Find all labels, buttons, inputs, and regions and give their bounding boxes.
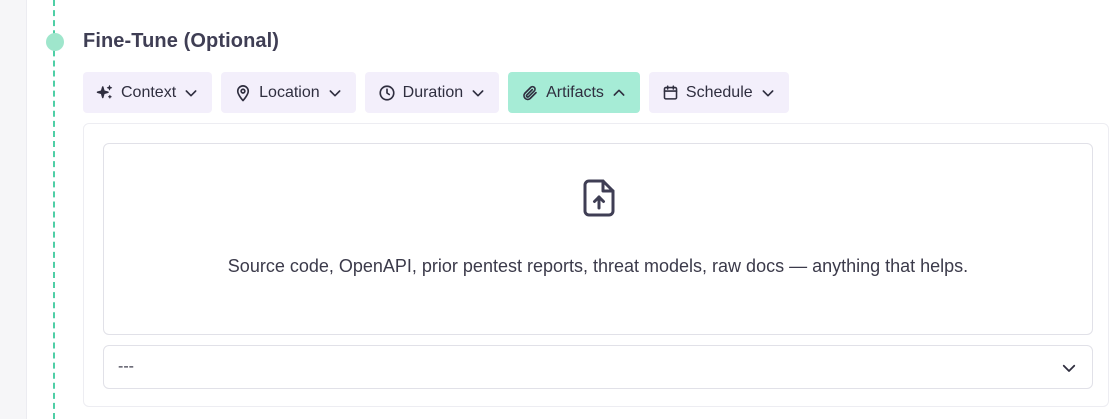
schedule-chip[interactable]: Schedule — [648, 72, 789, 113]
chevron-down-icon — [1060, 359, 1078, 382]
chevron-down-icon — [183, 85, 199, 101]
clock-icon — [378, 84, 396, 102]
sparkles-icon — [96, 84, 114, 102]
artifact-type-select[interactable]: --- — [103, 345, 1093, 389]
artifacts-chip[interactable]: Artifacts — [508, 72, 640, 113]
duration-chip[interactable]: Duration — [364, 72, 500, 113]
artifacts-chip-label: Artifacts — [546, 83, 604, 101]
schedule-chip-label: Schedule — [685, 83, 753, 101]
chevron-up-icon — [611, 85, 627, 101]
location-chip[interactable]: Location — [221, 72, 356, 113]
page: Fine-Tune (Optional) Context Location Du… — [0, 0, 1120, 419]
chevron-down-icon — [760, 85, 776, 101]
timeline-step-dot — [46, 33, 64, 51]
paperclip-icon — [521, 84, 539, 102]
select-value: --- — [118, 358, 134, 375]
chevron-down-icon — [470, 85, 486, 101]
chevron-down-icon — [327, 85, 343, 101]
dropzone-hint: Source code, OpenAPI, prior pentest repo… — [227, 256, 969, 276]
context-chip[interactable]: Context — [83, 72, 213, 113]
file-upload-icon — [582, 178, 616, 223]
calendar-icon — [662, 84, 679, 101]
map-pin-icon — [234, 84, 252, 102]
context-chip-label: Context — [121, 83, 177, 101]
location-chip-label: Location — [259, 83, 320, 101]
duration-chip-label: Duration — [402, 83, 464, 101]
file-dropzone[interactable]: Source code, OpenAPI, prior pentest repo… — [103, 143, 1093, 335]
section-title: Fine-Tune (Optional) — [83, 30, 280, 52]
timeline-line — [53, 0, 55, 419]
artifacts-panel: Source code, OpenAPI, prior pentest repo… — [83, 123, 1109, 407]
fine-tune-options: Context Location Duration Artifacts Sche… — [83, 72, 789, 113]
